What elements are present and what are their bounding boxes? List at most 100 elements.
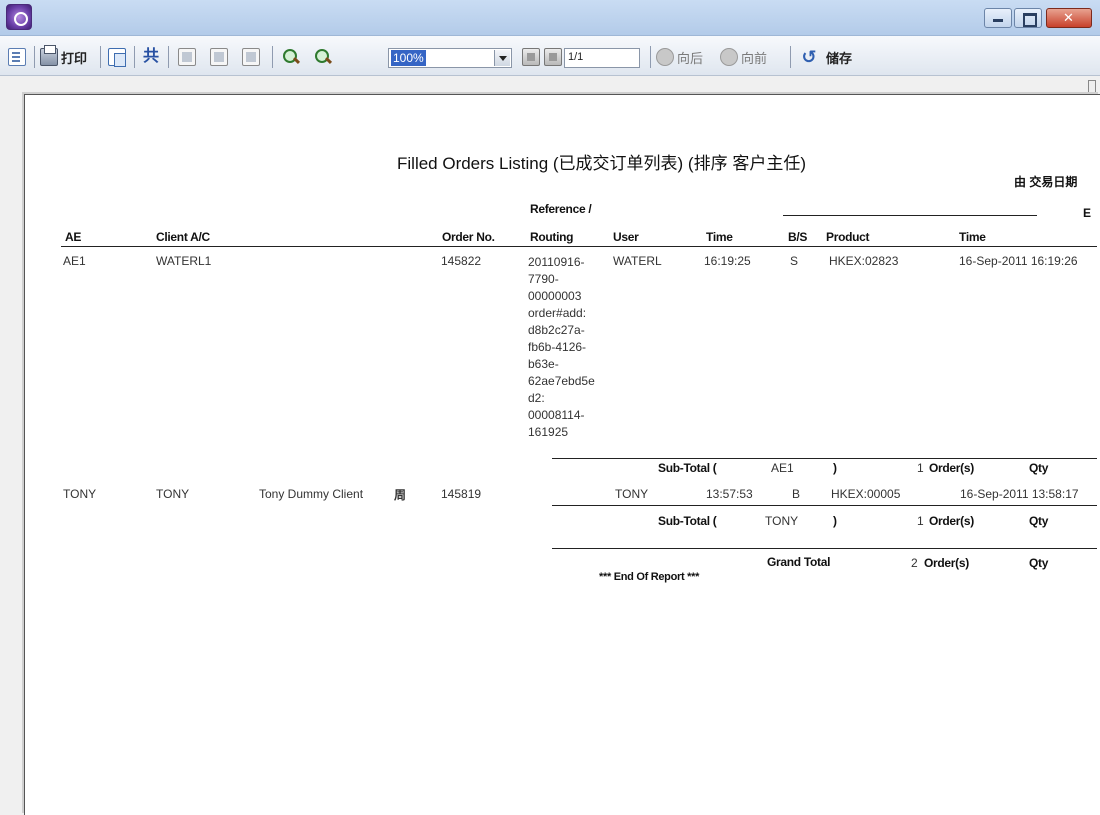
col-product: Product <box>826 230 870 244</box>
col-time: Time <box>706 230 733 244</box>
row1-order-no: 145822 <box>441 254 482 268</box>
subtotal2-close: ) <box>833 514 837 528</box>
toolbar-separator <box>100 46 101 68</box>
toolbar-separator <box>34 46 35 68</box>
back-label: 向后 <box>677 50 704 66</box>
row2-order-no: 145819 <box>441 487 482 501</box>
report-title: Filled Orders Listing (已成交订单列表) (排序 客户主任… <box>397 154 806 173</box>
col-reference: Reference / <box>530 202 592 216</box>
subtotal-rule <box>552 458 1097 459</box>
report-toolbar: 打印 共 100% 1/1 向后 向前 ↺ 储存 <box>0 36 1100 76</box>
save-label: 储存 <box>826 50 853 66</box>
grandtotal-unit: Order(s) <box>924 556 969 570</box>
row2-time: 13:57:53 <box>706 487 753 501</box>
subtotal1-key: AE1 <box>771 461 794 475</box>
document-stack-icon <box>242 48 260 66</box>
subtotal2-qty: Qty <box>1029 514 1049 528</box>
zoom-out-button[interactable] <box>314 46 332 68</box>
printer-icon <box>40 45 58 66</box>
refresh-icon: ↺ <box>801 47 817 67</box>
subtotal2-key: TONY <box>765 514 799 528</box>
subtotal1-qty: Qty <box>1029 461 1049 475</box>
zoom-select[interactable]: 100% <box>388 48 512 68</box>
row1-product: HKEX:02823 <box>829 254 899 268</box>
first-page-button[interactable] <box>522 46 540 68</box>
row2-bs: B <box>792 487 801 501</box>
toolbar-separator <box>272 46 273 68</box>
row1-routing: 20110916- 7790- 00000003 order#add: d8b2… <box>528 255 595 439</box>
copy-icon <box>108 48 126 67</box>
zoom-out-icon <box>314 48 332 66</box>
subtotal1-close: ) <box>833 461 837 475</box>
row1-bs: S <box>790 254 799 268</box>
save-button[interactable]: ↺ 储存 <box>800 46 852 68</box>
col-routing: Routing <box>530 230 574 244</box>
row2-ae: TONY <box>63 487 97 501</box>
report-viewer[interactable]: Filled Orders Listing (已成交订单列表) (排序 客户主任… <box>0 76 1100 815</box>
document-icon <box>210 48 228 66</box>
window-titlebar <box>0 0 1100 36</box>
app-logo-icon[interactable] <box>6 4 32 30</box>
grandtotal-rule <box>552 548 1097 549</box>
row1-user: WATERL <box>613 254 662 268</box>
end-of-report: *** End Of Report *** <box>599 571 700 583</box>
forward-button[interactable]: 向前 <box>720 46 767 68</box>
first-doc-button[interactable] <box>178 46 196 68</box>
col-user: User <box>613 230 639 244</box>
doc-view-button[interactable] <box>210 46 228 68</box>
header-underline <box>61 246 1097 247</box>
toolbar-separator <box>134 46 135 68</box>
back-button[interactable]: 向后 <box>656 46 703 68</box>
row2-client-name: Tony Dummy Client <box>259 487 364 501</box>
row2-client-ac: TONY <box>156 487 190 501</box>
row1-time: 16:19:25 <box>704 254 751 268</box>
row2-exec-time: 16-Sep-2011 13:58:17 <box>960 487 1079 501</box>
col-bs: B/S <box>788 230 808 244</box>
toolbar-separator <box>790 46 791 68</box>
report-sort-note: 由 交易日期 <box>1014 175 1078 189</box>
close-button[interactable] <box>1046 8 1092 28</box>
minimize-button[interactable] <box>984 8 1012 28</box>
grandtotal-qty: Qty <box>1029 556 1049 570</box>
subtotal2-label: Sub-Total ( <box>658 514 717 528</box>
zoom-in-icon <box>282 48 300 66</box>
subtotal1-unit: Order(s) <box>929 461 974 475</box>
zoom-value: 100% <box>391 50 426 66</box>
toolbar-separator <box>168 46 169 68</box>
forward-label: 向前 <box>741 50 768 66</box>
col-ae: AE <box>65 230 82 244</box>
col-client-ac: Client A/C <box>156 230 210 244</box>
zoom-in-button[interactable] <box>282 46 300 68</box>
print-label: 打印 <box>61 50 88 66</box>
row1-ae: AE1 <box>63 254 86 268</box>
prev-page-icon <box>544 48 562 66</box>
subtotal-rule <box>552 505 1097 506</box>
print-button[interactable]: 打印 <box>40 45 88 68</box>
col-exec-time: Time <box>959 230 986 244</box>
document-icon <box>178 48 196 66</box>
grandtotal-label: Grand Total <box>767 555 831 569</box>
row2-product: HKEX:00005 <box>831 487 901 501</box>
toolbar-separator <box>650 46 651 68</box>
page-icon <box>8 48 26 66</box>
subtotal2-unit: Order(s) <box>929 514 974 528</box>
chevron-down-icon[interactable] <box>494 50 510 66</box>
subtotal1-count: 1 <box>917 461 924 475</box>
header-rule-short <box>783 215 1037 216</box>
forward-icon <box>720 48 738 66</box>
export-page-button[interactable] <box>8 46 26 68</box>
page-number-input[interactable]: 1/1 <box>564 48 640 68</box>
grandtotal-count: 2 <box>911 556 918 570</box>
row2-user: TONY <box>615 487 649 501</box>
row1-client-ac: WATERL1 <box>156 254 212 268</box>
row2-client-flag: 周 <box>394 488 407 502</box>
maximize-button[interactable] <box>1014 8 1042 28</box>
copy-button[interactable] <box>108 46 126 68</box>
header-right-truncated: E <box>1083 206 1091 220</box>
share-button[interactable]: 共 <box>142 46 160 68</box>
doc-stack-button[interactable] <box>242 46 260 68</box>
subtotal1-label: Sub-Total ( <box>658 461 717 475</box>
back-icon <box>656 48 674 66</box>
prev-page-button[interactable] <box>544 46 562 68</box>
subtotal2-count: 1 <box>917 514 924 528</box>
